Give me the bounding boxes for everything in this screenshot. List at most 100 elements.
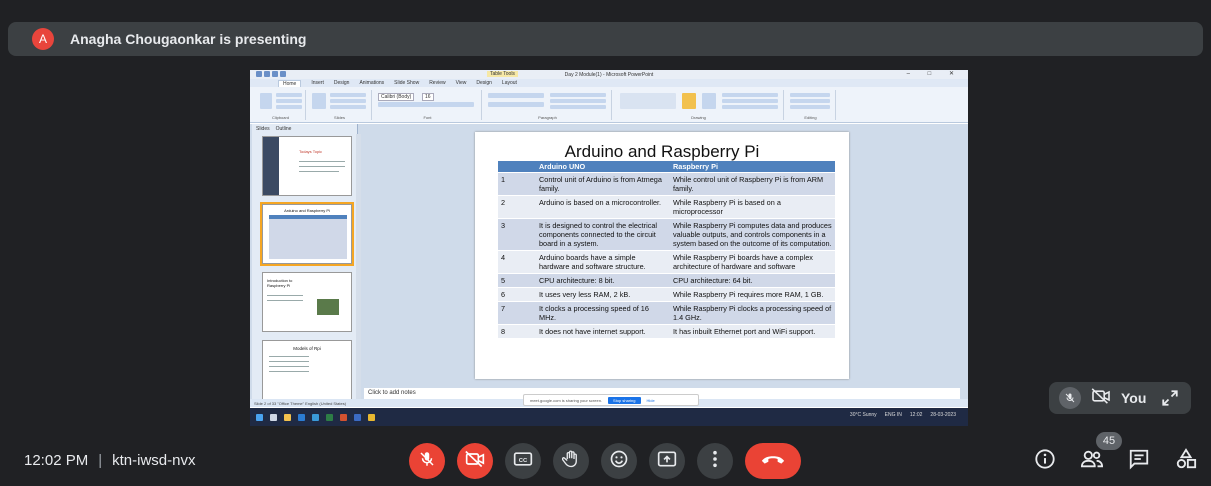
mic-toggle-button[interactable] — [409, 443, 445, 479]
table-row: 4 Arduino boards have a simple hardware … — [498, 250, 835, 274]
search-icon — [270, 413, 277, 421]
present-screen-button[interactable] — [649, 443, 685, 479]
table-cell: 2 — [498, 195, 536, 219]
app-icon — [354, 413, 361, 421]
edge-icon — [298, 413, 305, 421]
ribbon-group-paragraph: Paragraph — [484, 90, 612, 120]
tray-time: 12:02 — [909, 412, 923, 418]
table-cell: 3 — [498, 218, 536, 251]
table-row: 6 It uses very less RAM, 2 kB. While Ras… — [498, 287, 835, 302]
slide-thumbnail: Todays Topic — [262, 136, 352, 196]
activities-button[interactable] — [1173, 447, 1199, 475]
presenting-text: Anagha Chougaonkar is presenting — [70, 31, 307, 47]
table-cell: 5 — [498, 273, 536, 288]
windows-start-icon — [256, 413, 263, 421]
captions-icon: CC — [513, 451, 533, 472]
tab-table-design: Design — [476, 80, 492, 86]
tab-design: Design — [333, 80, 350, 86]
ribbon-group-clipboard: Clipboard — [256, 90, 306, 120]
slide-thumbnail-selected: Arduino and Raspberry Pi — [260, 202, 354, 266]
table-cell: It uses very less RAM, 2 kB. — [536, 287, 670, 302]
pp-window-title: Day 2 Module(1) - Microsoft PowerPoint — [564, 71, 654, 78]
current-slide: Arduino and Raspberry Pi Arduino UNO Ras… — [475, 132, 849, 379]
self-label: You — [1121, 390, 1147, 406]
meeting-separator: | — [98, 452, 103, 469]
table-cell: While Raspberry Pi is based on a micropr… — [670, 195, 835, 219]
thumbnail-scrollbar[interactable] — [356, 134, 361, 399]
meeting-details-button[interactable] — [1032, 448, 1058, 474]
tab-animations: Animations — [359, 80, 385, 86]
panel-tab-outline: Outline — [275, 126, 292, 132]
mic-off-icon — [418, 450, 436, 473]
shared-screen: Table Tools Day 2 Module(1) - Microsoft … — [250, 70, 968, 426]
ribbon-tabs: Home Insert Design Animations Slide Show… — [250, 79, 968, 87]
meeting-details: 12:02 PM | ktn-iwsd-nvx — [24, 452, 195, 469]
table-header-row: Arduino UNO Raspberry Pi — [498, 161, 835, 173]
table-cell: While Raspberry Pi requires more RAM, 1 … — [670, 287, 835, 302]
table-row: 3 It is designed to control the electric… — [498, 218, 835, 251]
table-cell: 1 — [498, 172, 536, 196]
excel-icon — [326, 413, 333, 421]
hide-link: Hide — [646, 397, 655, 403]
table-cell: Control unit of Arduino is from Atmega f… — [536, 172, 670, 196]
table-cell: While Raspberry Pi boards have a complex… — [670, 250, 835, 274]
end-call-icon — [760, 452, 786, 470]
tab-review: Review — [429, 80, 446, 86]
chrome-icon — [368, 413, 375, 421]
table-header-cell: Raspberry Pi — [670, 161, 835, 173]
ribbon: Clipboard Slides Calibri (Body) 16 Font — [250, 87, 968, 123]
ribbon-group-slides: Slides — [308, 90, 372, 120]
table-cell: 8 — [498, 324, 536, 339]
camera-toggle-button[interactable] — [457, 443, 493, 479]
presenting-banner: A Anagha Chougaonkar is presenting — [8, 22, 1203, 56]
table-cell: It is designed to control the electrical… — [536, 218, 670, 251]
more-options-button[interactable] — [697, 443, 733, 479]
camera-off-icon — [1091, 387, 1111, 409]
tab-table-layout: Layout — [501, 80, 517, 86]
table-tools-label: Table Tools — [487, 71, 518, 77]
leave-call-button[interactable] — [745, 443, 801, 479]
table-cell: 7 — [498, 301, 536, 325]
chat-button[interactable] — [1126, 448, 1152, 474]
windows-taskbar: 30°C Sunny ENG IN 12:02 28-03-2023 — [250, 408, 968, 426]
camera-off-icon — [465, 450, 485, 473]
table-cell: It clocks a processing speed of 16 MHz. — [536, 301, 670, 325]
tab-insert: Insert — [311, 80, 324, 86]
table-cell: While Raspberry Pi clocks a processing s… — [670, 301, 835, 325]
stop-sharing-button: Stop sharing — [608, 396, 641, 404]
present-icon — [657, 450, 677, 473]
expand-icon[interactable] — [1161, 389, 1179, 412]
slide-thumbnail: Models of Rpi — [262, 340, 352, 400]
mic-off-badge-icon — [1059, 387, 1081, 409]
side-panel-buttons — [1032, 447, 1199, 475]
raise-hand-button[interactable] — [553, 443, 589, 479]
table-header-cell — [498, 161, 536, 173]
tab-slide-show: Slide Show — [394, 80, 420, 86]
meet-window: A Anagha Chougaonkar is presenting Table… — [0, 0, 1211, 486]
info-icon — [1034, 448, 1056, 475]
powerpoint-icon — [340, 413, 347, 421]
weather-text: 30°C Sunny — [849, 412, 877, 418]
slide-title: Arduino and Raspberry Pi — [564, 142, 760, 161]
quick-access-toolbar — [256, 71, 296, 78]
pp-titlebar: Table Tools Day 2 Module(1) - Microsoft … — [250, 70, 968, 79]
svg-text:CC: CC — [519, 457, 528, 463]
table-row: 1 Control unit of Arduino is from Atmega… — [498, 172, 835, 196]
people-button[interactable] — [1079, 448, 1105, 474]
reactions-button[interactable] — [601, 443, 637, 479]
tab-home: Home — [278, 79, 302, 87]
system-tray: 30°C Sunny ENG IN 12:02 28-03-2023 — [850, 412, 956, 418]
table-cell: It has inbuilt Ethernet port and WiFi su… — [670, 324, 835, 339]
share-notice-text: meet.google.com is sharing your screen. — [530, 397, 603, 403]
table-row: 5 CPU architecture: 8 bit. CPU architect… — [498, 273, 835, 288]
activities-icon — [1175, 447, 1197, 475]
captions-button[interactable]: CC — [505, 443, 541, 479]
table-cell: It does not have internet support. — [536, 324, 670, 339]
table-row: 2 Arduino is based on a microcontroller.… — [498, 195, 835, 219]
table-cell: Arduino boards have a simple hardware an… — [536, 250, 670, 274]
call-controls: CC — [409, 443, 801, 479]
folder-icon — [284, 413, 291, 421]
chat-icon — [1128, 448, 1150, 475]
self-view-tile[interactable]: You — [1049, 382, 1191, 414]
slide-thumbnail: Introduction to Raspberry Pi — [262, 272, 352, 332]
